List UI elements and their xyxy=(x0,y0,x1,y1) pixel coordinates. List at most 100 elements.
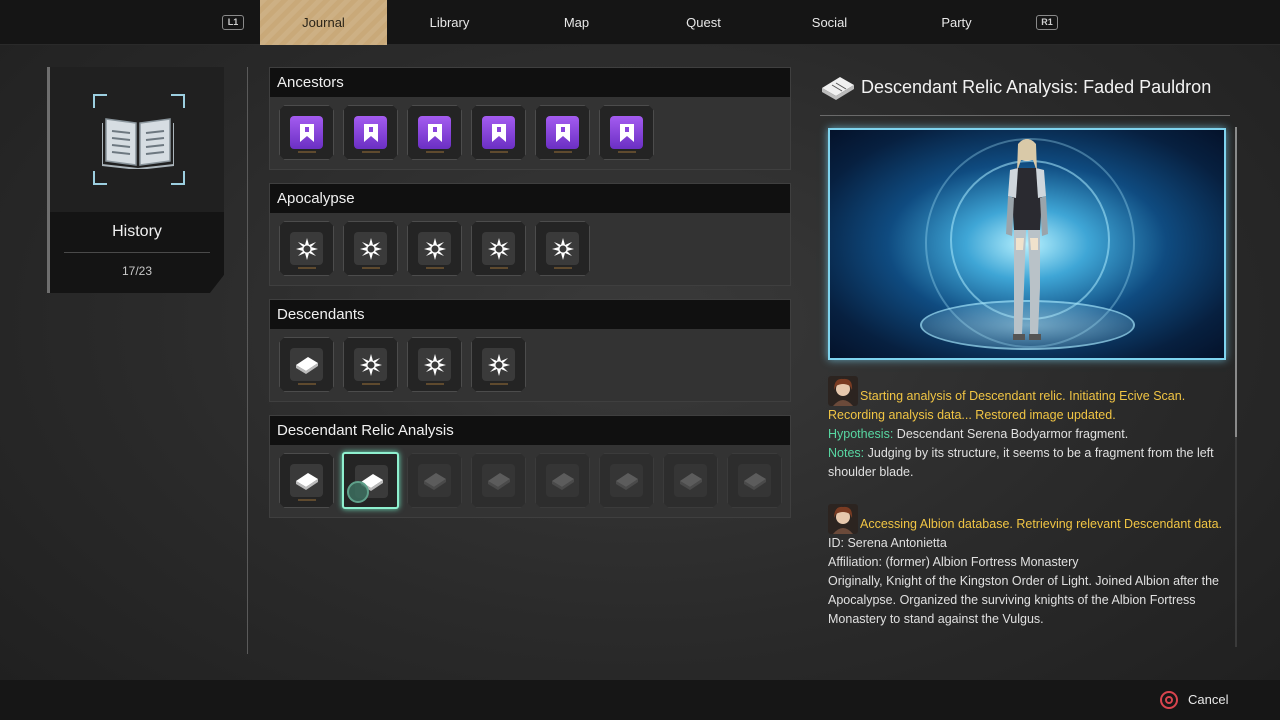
burst-icon xyxy=(487,237,510,260)
hypothesis-text: Descendant Serena Bodyarmor fragment. xyxy=(896,427,1129,441)
tablet-icon xyxy=(551,472,574,490)
divider xyxy=(64,252,210,253)
bookmark-icon xyxy=(619,123,634,142)
tablet-icon xyxy=(487,472,510,490)
burst-icon xyxy=(359,237,382,260)
entry-slot-locked[interactable] xyxy=(599,453,654,508)
entry-slot[interactable] xyxy=(279,453,334,508)
tablet-icon xyxy=(615,472,638,490)
divider xyxy=(820,115,1230,116)
cursor-indicator xyxy=(347,481,369,503)
tab-quest[interactable]: Quest xyxy=(640,0,767,45)
tablet-icon xyxy=(423,472,446,490)
detail-title: Descendant Relic Analysis: Faded Pauldro… xyxy=(861,77,1212,97)
section-items xyxy=(270,445,790,517)
avatar xyxy=(828,504,858,534)
tablet-icon xyxy=(743,472,766,490)
cancel-button[interactable]: Cancel xyxy=(1188,692,1228,707)
category-icon-area xyxy=(50,67,224,212)
entry-slot[interactable] xyxy=(407,337,462,392)
entry-slot[interactable] xyxy=(471,221,526,276)
section-ancestors: Ancestors xyxy=(269,67,791,170)
log-line: Accessing Albion database. Retrieving re… xyxy=(828,504,1223,534)
entry-slot[interactable] xyxy=(471,337,526,392)
section-descendant-relic-analysis: Descendant Relic Analysis xyxy=(269,415,791,518)
frame-corner xyxy=(171,94,185,108)
descendant-id: ID: Serena Antonietta xyxy=(828,536,947,550)
top-nav: L1 Journal Library Map Quest Social Part… xyxy=(0,0,1280,45)
log-text: Recording analysis data... Restored imag… xyxy=(828,408,1116,422)
log-text: Accessing Albion database. Retrieving re… xyxy=(860,517,1223,531)
entry-slot[interactable] xyxy=(407,221,462,276)
bookmark-icon xyxy=(427,123,442,142)
column-divider xyxy=(247,67,248,654)
entry-slot[interactable] xyxy=(599,105,654,160)
r1-hint[interactable]: R1 xyxy=(1036,15,1058,30)
entry-slot[interactable] xyxy=(471,105,526,160)
section-title: Apocalypse xyxy=(270,184,790,213)
l1-hint[interactable]: L1 xyxy=(222,15,244,30)
section-title: Descendants xyxy=(270,300,790,329)
tablet-icon xyxy=(822,77,854,100)
tab-library[interactable]: Library xyxy=(386,0,513,45)
restored-image xyxy=(828,128,1226,360)
section-title: Ancestors xyxy=(270,68,790,97)
section-items xyxy=(270,329,790,401)
frame-corner xyxy=(93,171,107,185)
tablet-icon xyxy=(679,472,702,490)
log-line: Starting analysis of Descendant relic. I… xyxy=(828,376,1223,406)
entry-slot[interactable] xyxy=(343,105,398,160)
frame-corner xyxy=(93,94,107,108)
entry-slot[interactable] xyxy=(535,105,590,160)
bookmark-icon xyxy=(491,123,506,142)
frame-corner xyxy=(171,171,185,185)
tablet-icon xyxy=(295,472,318,490)
avatar xyxy=(828,376,858,406)
entry-slot-locked[interactable] xyxy=(407,453,462,508)
entry-slot-locked[interactable] xyxy=(727,453,782,508)
entry-slot-locked[interactable] xyxy=(663,453,718,508)
entry-slot[interactable] xyxy=(279,105,334,160)
hypothesis-label: Hypothesis: xyxy=(828,427,894,441)
entry-slot[interactable] xyxy=(343,221,398,276)
section-items xyxy=(270,213,790,285)
log-text: Starting analysis of Descendant relic. I… xyxy=(860,389,1186,403)
entry-slot-locked[interactable] xyxy=(471,453,526,508)
analysis-log-1: Starting analysis of Descendant relic. I… xyxy=(828,376,1223,482)
tab-map[interactable]: Map xyxy=(513,0,640,45)
burst-icon xyxy=(423,237,446,260)
descendant-figure xyxy=(1006,139,1048,340)
circle-button-icon[interactable] xyxy=(1160,691,1178,709)
entry-slot[interactable] xyxy=(279,221,334,276)
bookmark-icon xyxy=(363,123,378,142)
tab-journal[interactable]: Journal xyxy=(260,0,387,45)
burst-icon xyxy=(551,237,574,260)
bottom-bar xyxy=(0,680,1280,720)
tab-social[interactable]: Social xyxy=(766,0,893,45)
log-line: Notes: Judging by its structure, it seem… xyxy=(828,444,1223,482)
entry-slot-locked[interactable] xyxy=(535,453,590,508)
category-card-history[interactable]: History 17/23 xyxy=(47,67,224,293)
notes-label: Notes: xyxy=(828,446,865,460)
section-items xyxy=(270,97,790,169)
bookmark-icon xyxy=(299,123,314,142)
analysis-log-2: Accessing Albion database. Retrieving re… xyxy=(828,504,1223,629)
bookmark-icon xyxy=(555,123,570,142)
section-title: Descendant Relic Analysis xyxy=(270,416,790,445)
descendant-affiliation: Affiliation: (former) Albion Fortress Mo… xyxy=(828,555,1079,569)
burst-icon xyxy=(295,237,318,260)
descendant-bio: Originally, Knight of the Kingston Order… xyxy=(828,574,1219,626)
category-label-area: History 17/23 xyxy=(50,212,224,293)
scrollbar-thumb[interactable] xyxy=(1235,127,1237,437)
entry-slot[interactable] xyxy=(407,105,462,160)
entry-slot-selected[interactable] xyxy=(342,452,399,509)
entry-slot[interactable] xyxy=(343,337,398,392)
burst-icon xyxy=(359,353,382,376)
burst-icon xyxy=(423,353,446,376)
tablet-icon xyxy=(295,356,318,374)
section-descendants: Descendants xyxy=(269,299,791,402)
entry-slot[interactable] xyxy=(279,337,334,392)
entry-slot[interactable] xyxy=(535,221,590,276)
category-title: History xyxy=(112,223,162,240)
tab-party[interactable]: Party xyxy=(893,0,1020,45)
